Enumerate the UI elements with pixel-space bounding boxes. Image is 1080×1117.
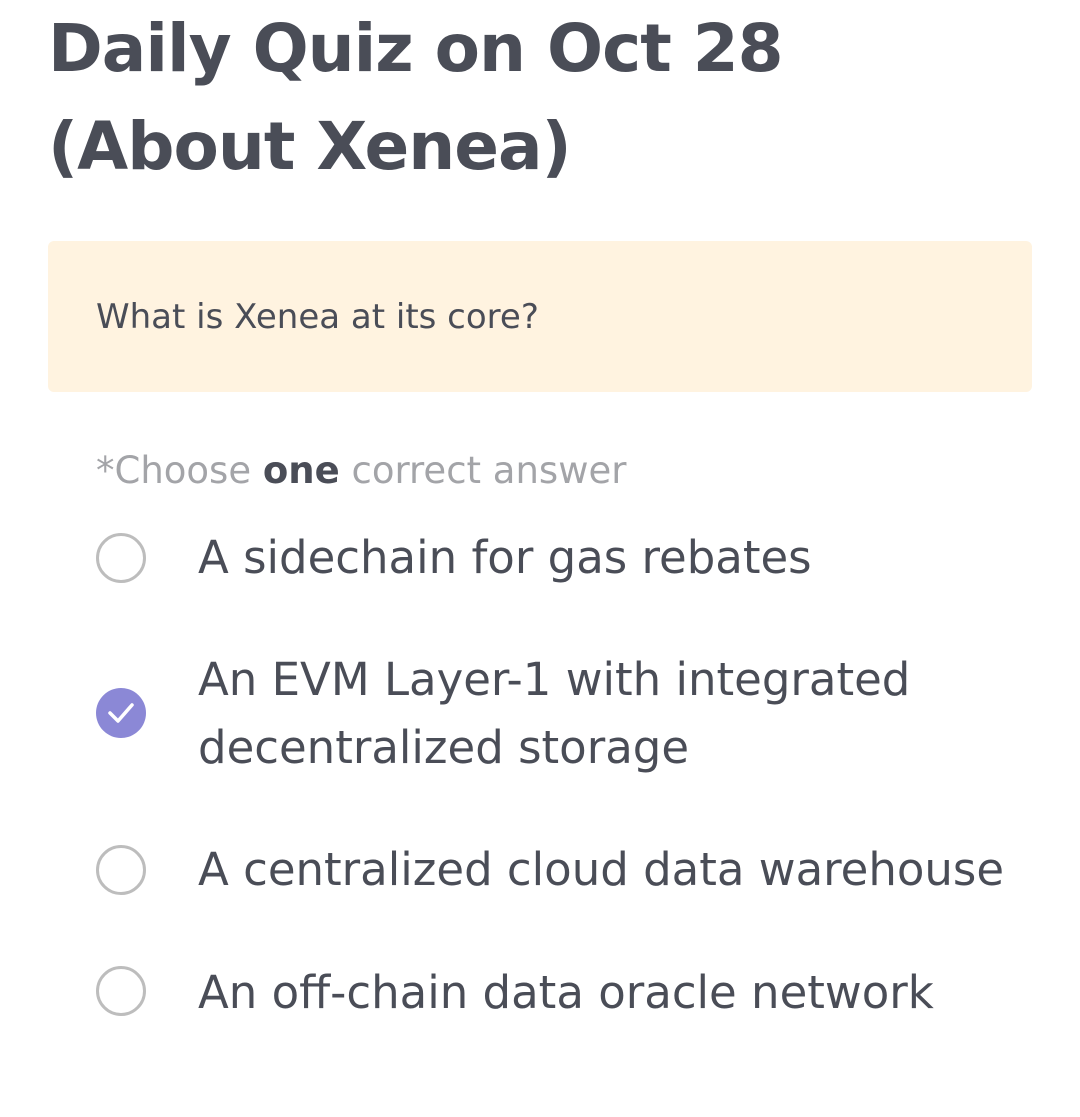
question-card: What is Xenea at its core? [48,241,1032,392]
question-text: What is Xenea at its core? [96,297,539,337]
answer-option-2[interactable]: An EVM Layer-1 with integrated decentral… [96,646,1026,782]
radio-button-4[interactable] [96,966,146,1016]
answer-option-1[interactable]: A sidechain for gas rebates [96,524,1026,592]
radio-button-2[interactable] [96,688,146,738]
answer-option-3[interactable]: A centralized cloud data warehouse [96,836,1026,904]
instruction-suffix: correct answer [339,449,627,492]
radio-button-3[interactable] [96,845,146,895]
option-label: An off-chain data oracle network [198,966,934,1019]
option-label: A centralized cloud data warehouse [198,843,1005,896]
option-label: An EVM Layer-1 with integrated decentral… [198,653,911,774]
instruction-emphasis: one [262,449,340,492]
radio-button-1[interactable] [96,533,146,583]
quiz-title: Daily Quiz on Oct 28 (About Xenea) [48,10,784,185]
option-label: A sidechain for gas rebates [198,531,812,584]
answer-instruction: *Choose one correct answer [96,449,626,493]
answer-option-4[interactable]: An off-chain data oracle network [96,959,1026,1027]
checkmark-icon [108,703,134,723]
instruction-prefix: *Choose [96,449,263,492]
